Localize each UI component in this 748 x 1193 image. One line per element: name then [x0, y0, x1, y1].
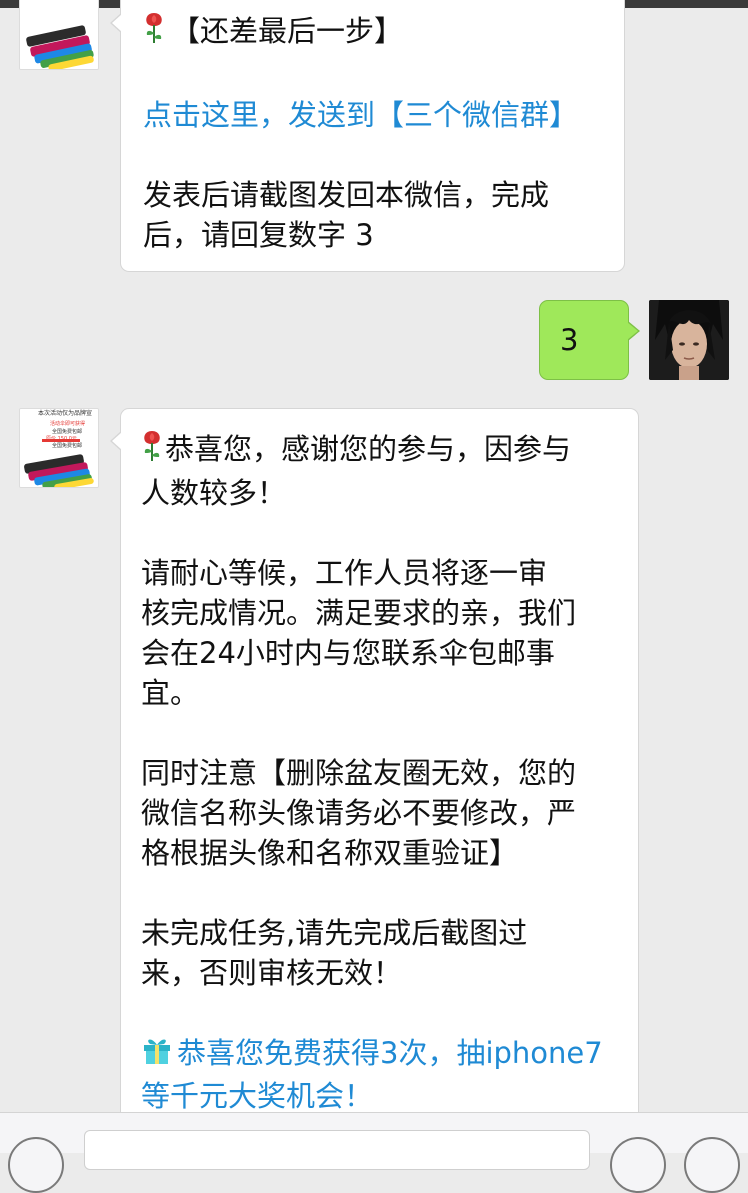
reply-text: 3 — [560, 323, 579, 357]
shop-avatar-line4: 原价 150.0元 — [46, 436, 77, 442]
shop-avatar-line1: 本次活动仅为品牌宣 — [38, 410, 93, 417]
gift-icon — [141, 1034, 173, 1076]
instruction-body-line2: 后，请回复数字 3 — [143, 218, 374, 252]
message-bubble-confirmation[interactable]: 恭喜您，感谢您的参与，因参与 人数较多！ 请耐心等候，工作人员将逐一审 核完成情… — [110, 408, 639, 1128]
instruction-header: 【还差最后一步】 — [143, 11, 613, 55]
shop-avatar-line2: 活动伞即可获得 — [50, 421, 86, 427]
instruction-body-line1: 发表后请截图发回本微信，完成 — [143, 178, 550, 212]
shop-avatar[interactable] — [19, 0, 99, 70]
notice-line3: 格根据头像和名称双重验证】 — [141, 836, 519, 870]
wait-line4: 宜。 — [141, 676, 200, 710]
wait-line1: 请耐心等候，工作人员将逐一审 — [141, 556, 548, 590]
voice-icon[interactable] — [8, 1137, 64, 1193]
incomplete-line2: 来，否则审核无效！ — [141, 956, 403, 990]
plus-icon[interactable] — [684, 1137, 740, 1193]
rose-icon — [143, 11, 165, 55]
message-input[interactable] — [84, 1130, 590, 1170]
emoji-icon[interactable] — [610, 1137, 666, 1193]
prize-link-line2[interactable]: 等千元大奖机会！ — [141, 1076, 631, 1116]
umbrella-product-image — [20, 0, 98, 69]
user-avatar[interactable] — [649, 300, 729, 380]
notice-line1: 同时注意【删除盆友圈无效，您的 — [141, 756, 577, 790]
confirm-line2: 人数较多！ — [141, 476, 287, 510]
incomplete-line1: 未完成任务,请先完成后截图过 — [141, 916, 528, 950]
confirm-line1-text: 恭喜您，感谢您的参与，因参与 — [165, 432, 572, 466]
instruction-header-text: 【还差最后一步】 — [171, 14, 404, 48]
wait-line3: 会在24小时内与您联系伞包邮事 — [141, 636, 555, 670]
prize-link-line1-text[interactable]: 恭喜您免费获得3次，抽iphone7 — [177, 1036, 603, 1070]
confirm-line1: 恭喜您，感谢您的参与，因参与 — [141, 429, 631, 473]
user-photo — [649, 300, 729, 380]
notice-line2: 微信名称头像请务必不要修改，严 — [141, 796, 577, 830]
shop-avatar-2[interactable]: 本次活动仅为品牌宣 活动伞即可获得 全国免费包邮 原价 150.0元 全国免费包… — [19, 408, 99, 488]
shop-avatar-line3: 全国免费包邮 — [52, 429, 83, 435]
wait-line2: 核完成情况。满足要求的亲，我们 — [141, 596, 577, 630]
prize-link-line1[interactable]: 恭喜您免费获得3次，抽iphone7 — [141, 1033, 631, 1076]
shop-avatar-line5: 全国免费包邮 — [52, 443, 83, 449]
rose-icon — [141, 429, 163, 473]
message-bubble-reply[interactable]: 3 — [539, 300, 640, 380]
message-bubble-instructions[interactable]: 【还差最后一步】 点击这里，发送到【三个微信群】 发表后请截图发回本微信，完成 … — [110, 0, 625, 272]
send-to-groups-link[interactable]: 点击这里，发送到【三个微信群】 — [143, 95, 613, 135]
chat-input-bar — [0, 1112, 748, 1193]
